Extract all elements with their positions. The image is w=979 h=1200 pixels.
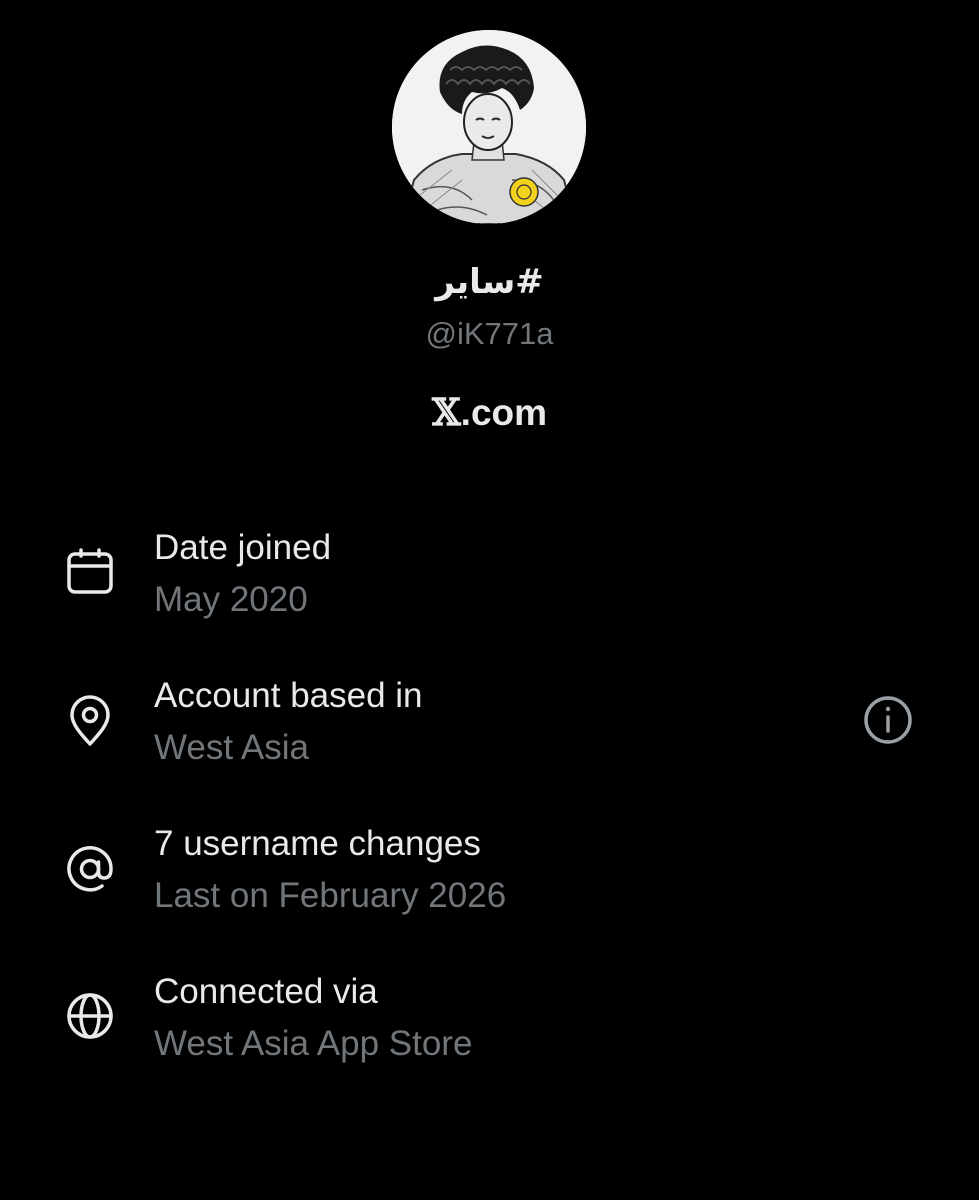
info-row-date-joined: Date joined May 2020 bbox=[0, 528, 979, 628]
globe-icon bbox=[62, 988, 118, 1044]
source-domain[interactable]: 𝕏.com bbox=[0, 390, 979, 434]
profile-display-name: #ساير bbox=[435, 262, 544, 302]
x-logo: 𝕏 bbox=[431, 390, 461, 434]
info-row-account-based-in: Account based in West Asia bbox=[0, 676, 979, 776]
info-row-username-changes: 7 username changes Last on February 2026 bbox=[0, 824, 979, 924]
calendar-icon bbox=[62, 542, 118, 598]
connected-via-label: Connected via bbox=[154, 972, 378, 1011]
date-joined-label: Date joined bbox=[154, 528, 332, 567]
username-changes-label: 7 username changes bbox=[154, 824, 481, 863]
profile-handle: @iK771a bbox=[425, 316, 554, 351]
avatar-illustration bbox=[392, 30, 586, 224]
location-pin-icon bbox=[62, 693, 118, 749]
username-changes-value: Last on February 2026 bbox=[154, 876, 507, 915]
date-joined-value: May 2020 bbox=[154, 580, 308, 619]
info-row-connected-via: Connected via West Asia App Store bbox=[0, 972, 979, 1072]
source-domain-suffix: .com bbox=[460, 392, 548, 433]
connected-via-value: West Asia App Store bbox=[154, 1024, 473, 1063]
account-based-in-value: West Asia bbox=[154, 728, 309, 767]
account-based-in-label: Account based in bbox=[154, 676, 423, 715]
info-icon[interactable] bbox=[862, 694, 914, 746]
profile-avatar[interactable] bbox=[392, 30, 586, 224]
at-sign-icon bbox=[62, 841, 118, 897]
